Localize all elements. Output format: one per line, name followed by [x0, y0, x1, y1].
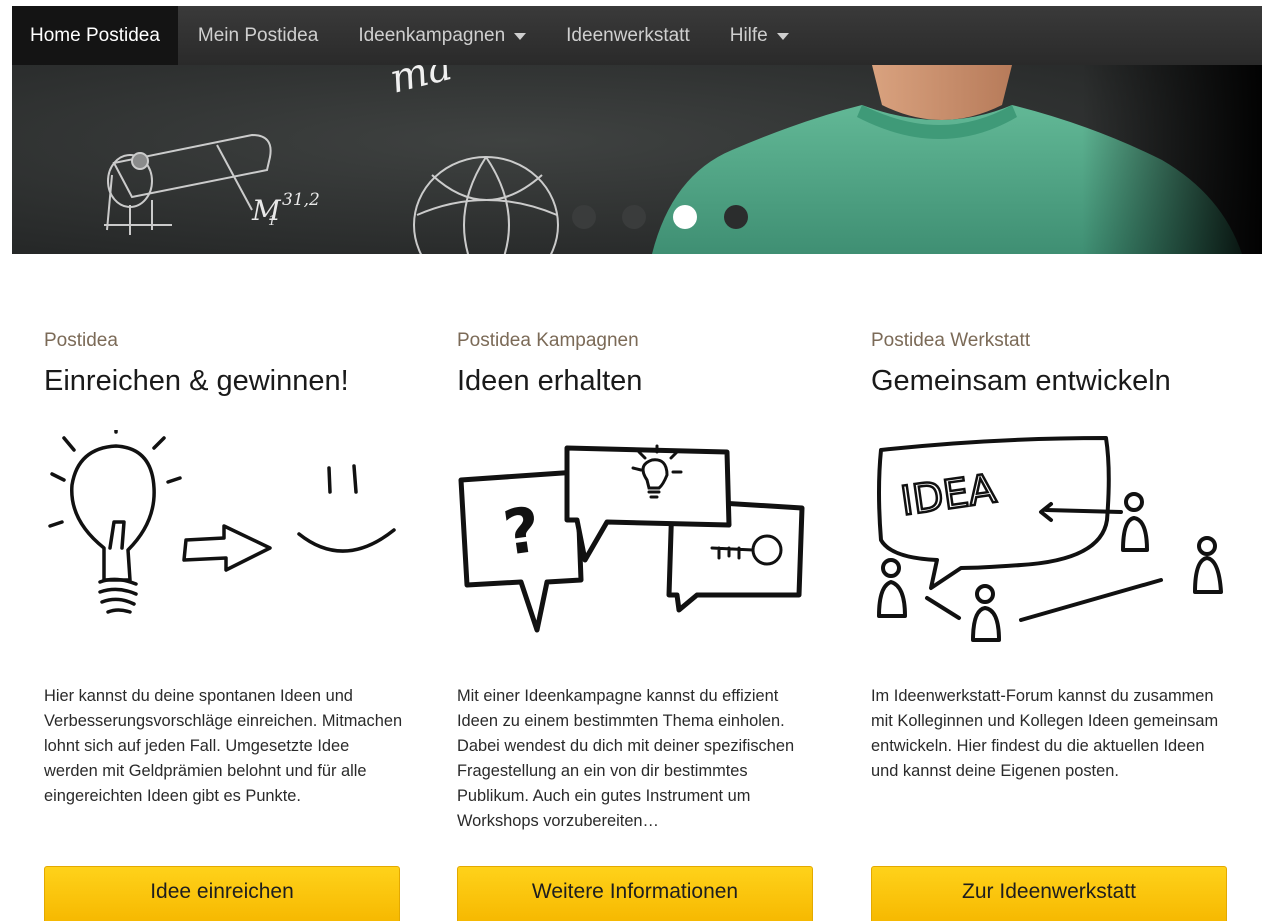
idee-einreichen-button[interactable]: Idee einreichen	[44, 866, 400, 921]
column-eyebrow: Postidea	[44, 330, 118, 351]
nav-item-ideenwerkstatt[interactable]: Ideenwerkstatt	[546, 6, 710, 65]
feature-column-kampagnen: Postidea Kampagnen Ideen erhalten ? Mit …	[457, 330, 817, 921]
column-heading: Gemeinsam entwickeln	[871, 365, 1171, 397]
nav-item-label: Home Postidea	[30, 24, 160, 46]
hero-image: ma M 1 31,2	[12, 65, 1262, 254]
nav-item-label: Hilfe	[729, 24, 768, 46]
nav-item-label: Ideenwerkstatt	[566, 24, 690, 46]
nav-item-ideenkampagnen[interactable]: Ideenkampagnen	[338, 6, 546, 65]
idea-bubble-people-icon: IDEA	[877, 436, 1223, 642]
column-description: Im Ideenwerkstatt-Forum kannst du zusamm…	[871, 687, 1219, 780]
chalk-formula-sub: 1	[268, 214, 276, 229]
nav-item-label: Ideenkampagnen	[358, 24, 506, 46]
column-description: Mit einer Ideenkampagne kannst du effizi…	[457, 687, 795, 830]
speech-bubbles-icon: ?	[458, 444, 805, 633]
feature-column-werkstatt: Postidea Werkstatt Gemeinsam entwickeln …	[871, 330, 1231, 921]
carousel-dot[interactable]	[572, 205, 596, 229]
carousel-dot-active[interactable]	[673, 205, 697, 229]
column-description: Hier kannst du deine spontanen Ideen und…	[44, 687, 403, 805]
feature-column-einreichen: Postidea Einreichen & gewinnen! Hier kan…	[44, 330, 404, 921]
weitere-informationen-button[interactable]: Weitere Informationen	[457, 866, 813, 921]
caret-down-icon	[514, 33, 527, 40]
column-eyebrow: Postidea Werkstatt	[871, 330, 1031, 351]
carousel-dot[interactable]	[622, 205, 646, 229]
hero-banner: ma M 1 31,2	[12, 65, 1262, 254]
carousel-dot[interactable]	[724, 205, 748, 229]
bulb-arrow-smile-icon	[48, 430, 396, 614]
chalk-formula: M	[251, 194, 282, 227]
zur-ideenwerkstatt-button[interactable]: Zur Ideenwerkstatt	[871, 866, 1227, 921]
column-eyebrow: Postidea Kampagnen	[457, 330, 639, 351]
nav-item-label: Mein Postidea	[197, 24, 319, 46]
nav-item-mein-postidea[interactable]: Mein Postidea	[178, 6, 338, 65]
idea-bubble-text: IDEA	[898, 466, 999, 525]
caret-down-icon	[776, 33, 789, 40]
column-heading: Einreichen & gewinnen!	[44, 365, 349, 397]
chalk-formula-sup: 31,2	[282, 190, 320, 210]
nav-item-home[interactable]: Home Postidea	[12, 6, 178, 65]
nav-item-hilfe[interactable]: Hilfe	[710, 6, 809, 65]
main-navigation: Home Postidea Mein Postidea Ideenkampagn…	[12, 6, 1262, 65]
column-heading: Ideen erhalten	[457, 365, 643, 397]
